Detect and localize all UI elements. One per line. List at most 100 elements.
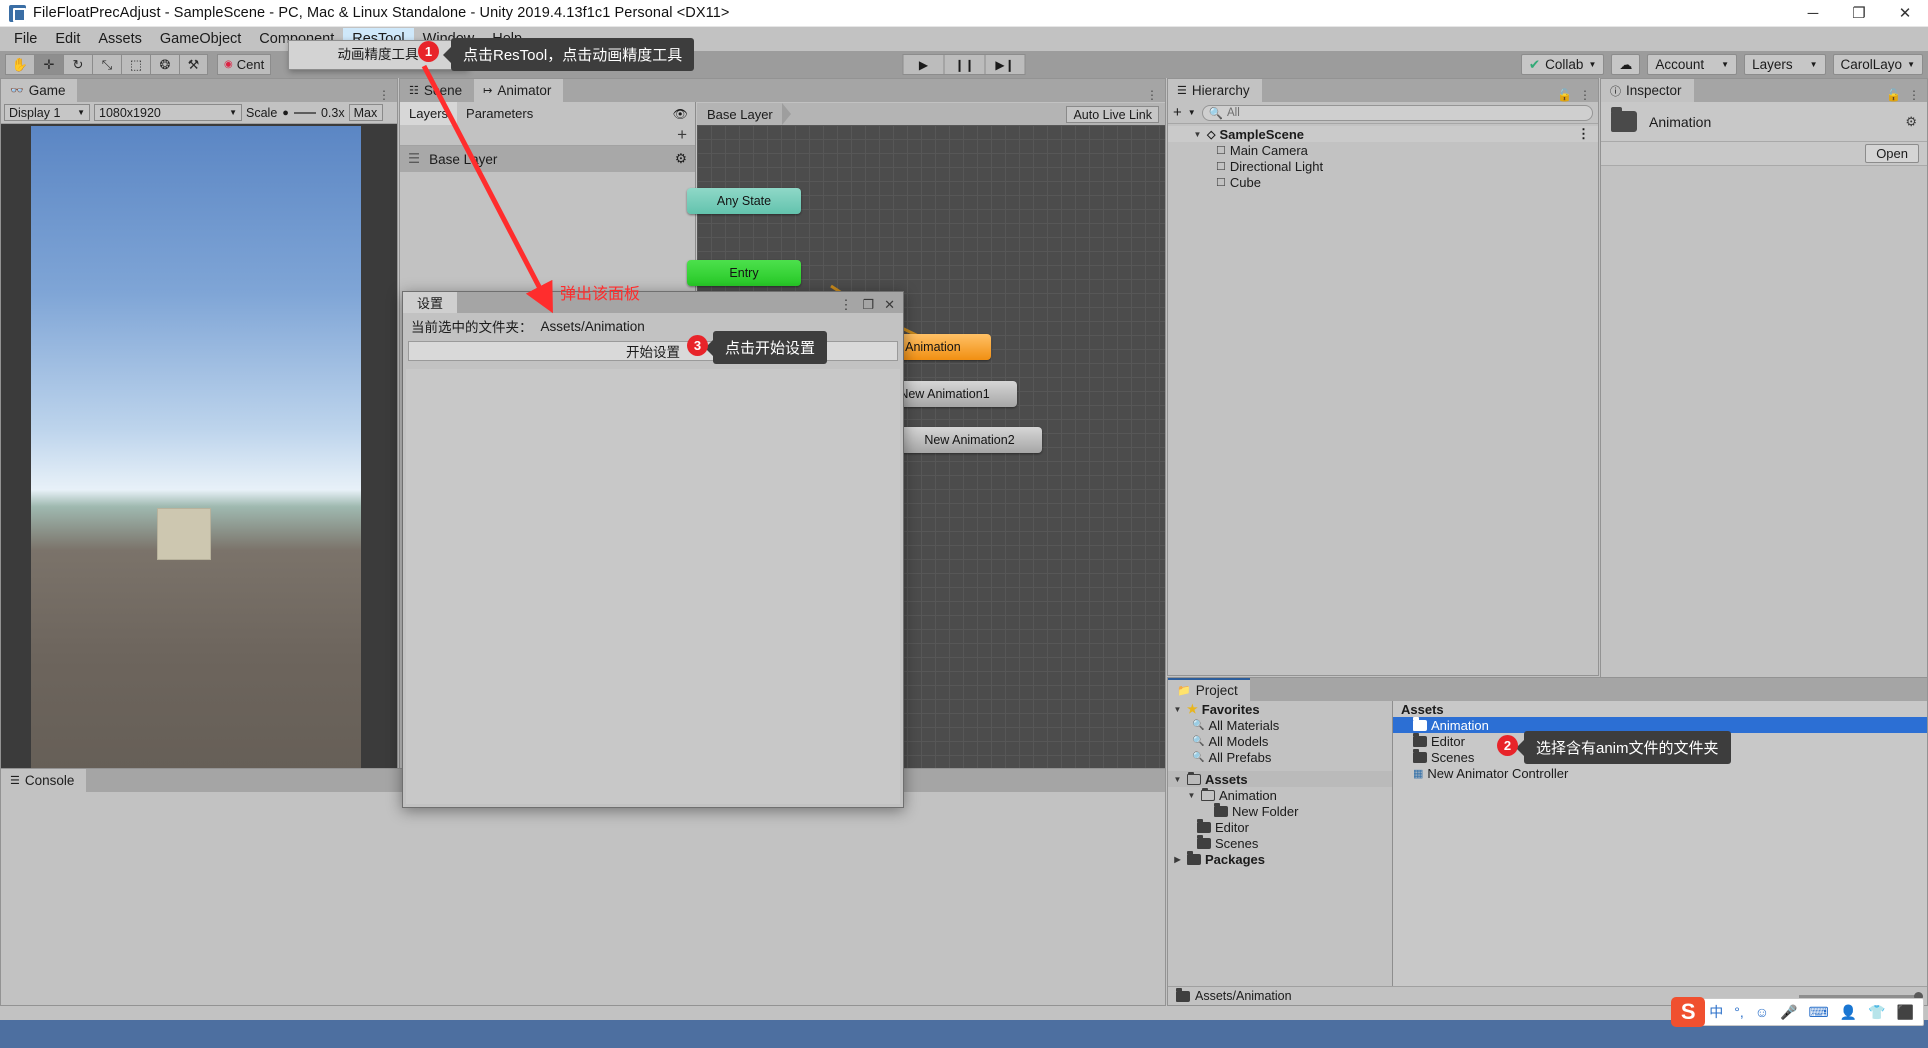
project-tree-all-materials[interactable]: 🔍 All Materials bbox=[1168, 717, 1392, 733]
gear-icon[interactable]: ⚙ bbox=[1905, 114, 1917, 130]
chevron-down-icon[interactable]: ▼ bbox=[1172, 705, 1183, 714]
hierarchy-row-main-camera[interactable]: ☐ Main Camera bbox=[1168, 142, 1598, 158]
tab-settings[interactable]: 设置 bbox=[403, 292, 458, 313]
ime-user-icon[interactable]: 👤 bbox=[1840, 1004, 1857, 1021]
inspector-panel: ⓘ Inspector 🔓 ⋮ Animation ⚙ Open Asset L… bbox=[1600, 78, 1928, 768]
project-tree-assets[interactable]: ▼ Assets bbox=[1168, 771, 1392, 787]
chevron-down-icon[interactable]: ▼ bbox=[1188, 108, 1196, 117]
inspector-tab-menu[interactable]: ⋮ bbox=[1908, 88, 1920, 102]
tab-scene[interactable]: ☷ Scene bbox=[400, 79, 475, 102]
hierarchy-tab-menu[interactable]: ⋮ bbox=[1579, 88, 1591, 102]
eye-icon[interactable]: 👁 bbox=[673, 107, 695, 121]
custom-tool-icon[interactable]: ⚒ bbox=[179, 54, 208, 75]
transform-tool-group: ✋ ✛ ↻ ⤡ ⬚ ❂ ⚒ bbox=[5, 54, 208, 75]
ime-chinese-mode-icon[interactable]: 中 bbox=[1709, 1002, 1723, 1022]
play-button[interactable]: ▶ bbox=[902, 54, 944, 75]
hierarchy-row-directional-light[interactable]: ☐ Directional Light bbox=[1168, 158, 1598, 174]
cloud-button[interactable]: ☁ bbox=[1611, 54, 1641, 75]
menu-item-edit[interactable]: Edit bbox=[46, 28, 89, 50]
lock-icon[interactable]: 🔓 bbox=[1886, 88, 1901, 102]
star-icon: ★ bbox=[1187, 702, 1198, 716]
folder-icon bbox=[1197, 818, 1211, 833]
maximize-on-play-button[interactable]: Max bbox=[348, 104, 383, 121]
project-tree-all-models[interactable]: 🔍 All Models bbox=[1168, 733, 1392, 749]
ime-punctuation-icon[interactable]: °, bbox=[1734, 1004, 1744, 1020]
console-message-list[interactable] bbox=[1, 792, 1165, 1005]
layer-row-base[interactable]: ☰ Base Layer ⚙ bbox=[400, 146, 695, 172]
lock-icon[interactable]: 🔓 bbox=[1557, 88, 1572, 102]
scale-slider[interactable]: Scale ● 0.3x bbox=[246, 106, 345, 120]
project-tree-new-folder[interactable]: New Folder bbox=[1168, 802, 1392, 819]
collab-button[interactable]: ✔ Collab ▼ bbox=[1520, 54, 1605, 75]
project-tree-favorites[interactable]: ▼ ★ Favorites bbox=[1168, 701, 1392, 717]
layers-dropdown[interactable]: Layers ▼ bbox=[1744, 54, 1826, 75]
dialog-close-icon[interactable]: ✕ bbox=[884, 297, 895, 313]
project-tree-all-prefabs[interactable]: 🔍 All Prefabs bbox=[1168, 749, 1392, 765]
folder-open-icon bbox=[1201, 787, 1215, 801]
inspector-tab-right: 🔓 ⋮ bbox=[1886, 88, 1927, 102]
menu-item-assets[interactable]: Assets bbox=[89, 28, 151, 50]
ime-keyboard-icon[interactable]: ⌨ bbox=[1808, 1004, 1828, 1021]
tab-inspector[interactable]: ⓘ Inspector bbox=[1601, 79, 1694, 102]
tab-console[interactable]: ☰ Console bbox=[1, 769, 87, 792]
minimize-button[interactable]: ─ bbox=[1790, 0, 1836, 27]
chevron-down-icon[interactable]: ▼ bbox=[1172, 775, 1183, 784]
scene-context-menu[interactable]: ⋮ bbox=[1577, 126, 1598, 142]
animator-tab-menu[interactable]: ⋮ bbox=[1146, 88, 1165, 102]
tab-project[interactable]: 📁 Project bbox=[1168, 678, 1250, 701]
menu-item-anim-precision-tool[interactable]: 动画精度工具 bbox=[289, 41, 467, 65]
ime-skin-icon[interactable]: 👕 bbox=[1868, 1004, 1885, 1021]
rotate-tool-icon[interactable]: ↻ bbox=[63, 54, 92, 75]
hand-tool-icon[interactable]: ✋ bbox=[5, 54, 34, 75]
project-item-new-animator-controller[interactable]: ▦ New Animator Controller bbox=[1393, 765, 1927, 781]
project-tree-editor[interactable]: Editor bbox=[1168, 818, 1392, 835]
tab-layers[interactable]: Layers bbox=[400, 102, 458, 125]
rect-tool-icon[interactable]: ⬚ bbox=[121, 54, 150, 75]
tab-animator[interactable]: ↦ Animator bbox=[474, 79, 564, 102]
dialog-maximize-icon[interactable]: ❐ bbox=[862, 297, 874, 313]
maximize-button[interactable]: ❐ bbox=[1836, 0, 1882, 27]
sogou-ime-icon[interactable]: S bbox=[1671, 997, 1706, 1027]
pivot-mode-dropdown[interactable]: ◉ Cent bbox=[217, 54, 272, 75]
dialog-menu-icon[interactable]: ⋮ bbox=[839, 297, 852, 313]
add-layer-button[interactable]: + bbox=[400, 125, 695, 146]
hierarchy-row-samplescene[interactable]: ▼ ◇ SampleScene ⋮ bbox=[1168, 126, 1598, 142]
open-button[interactable]: Open bbox=[1865, 144, 1919, 163]
move-tool-icon[interactable]: ✛ bbox=[34, 54, 63, 75]
animator-controller-icon: ▦ bbox=[1413, 767, 1424, 780]
display-dropdown[interactable]: Display 1 ▼ bbox=[4, 104, 90, 121]
hierarchy-row-cube[interactable]: ☐ Cube bbox=[1168, 174, 1598, 190]
project-tree-scenes[interactable]: Scenes bbox=[1168, 834, 1392, 851]
game-tab-menu[interactable]: ⋮ bbox=[378, 88, 397, 102]
breadcrumb-base-layer[interactable]: Base Layer bbox=[707, 107, 773, 122]
hierarchy-search-input[interactable]: 🔍 All bbox=[1201, 104, 1593, 121]
project-tree-animation[interactable]: ▼ Animation bbox=[1168, 787, 1392, 803]
account-dropdown[interactable]: Account ▼ bbox=[1647, 54, 1738, 75]
menu-item-gameobject[interactable]: GameObject bbox=[151, 28, 250, 50]
ime-toolbox-icon[interactable]: ⬛ bbox=[1897, 1004, 1914, 1021]
state-node-new-animation2[interactable]: New Animation2 bbox=[897, 427, 1042, 453]
tab-hierarchy[interactable]: ☰ Hierarchy bbox=[1168, 79, 1262, 102]
tab-parameters[interactable]: Parameters bbox=[457, 102, 542, 125]
ime-voice-icon[interactable]: 🎤 bbox=[1780, 1004, 1797, 1021]
ime-emoji-icon[interactable]: ☺ bbox=[1755, 1004, 1769, 1020]
project-tree-packages[interactable]: ▶ Packages bbox=[1168, 850, 1392, 867]
tab-game[interactable]: 👓 Game bbox=[1, 79, 78, 102]
step-button[interactable]: ▶❙ bbox=[984, 54, 1026, 75]
close-button[interactable]: ✕ bbox=[1882, 0, 1928, 27]
state-node-any-state[interactable]: Any State bbox=[687, 188, 801, 214]
hierarchy-tree: ▼ ◇ SampleScene ⋮ ☐ Main Camera ☐ Direct… bbox=[1168, 124, 1598, 190]
pause-button[interactable]: ❙❙ bbox=[943, 54, 985, 75]
auto-live-link-button[interactable]: Auto Live Link bbox=[1066, 106, 1159, 123]
transform-tool-icon[interactable]: ❂ bbox=[150, 54, 179, 75]
state-node-entry[interactable]: Entry bbox=[687, 260, 801, 286]
gear-icon[interactable]: ⚙ bbox=[675, 151, 687, 167]
chevron-right-icon[interactable]: ▶ bbox=[1172, 855, 1183, 864]
chevron-down-icon[interactable]: ▼ bbox=[1186, 791, 1197, 800]
menu-item-file[interactable]: File bbox=[5, 28, 46, 50]
layout-dropdown[interactable]: CarolLayo ▼ bbox=[1832, 54, 1923, 75]
add-gameobject-button[interactable]: + bbox=[1173, 104, 1182, 121]
resolution-dropdown[interactable]: 1080x1920 ▼ bbox=[94, 104, 242, 121]
chevron-down-icon[interactable]: ▼ bbox=[1192, 130, 1203, 139]
scale-tool-icon[interactable]: ⤡ bbox=[92, 54, 121, 75]
